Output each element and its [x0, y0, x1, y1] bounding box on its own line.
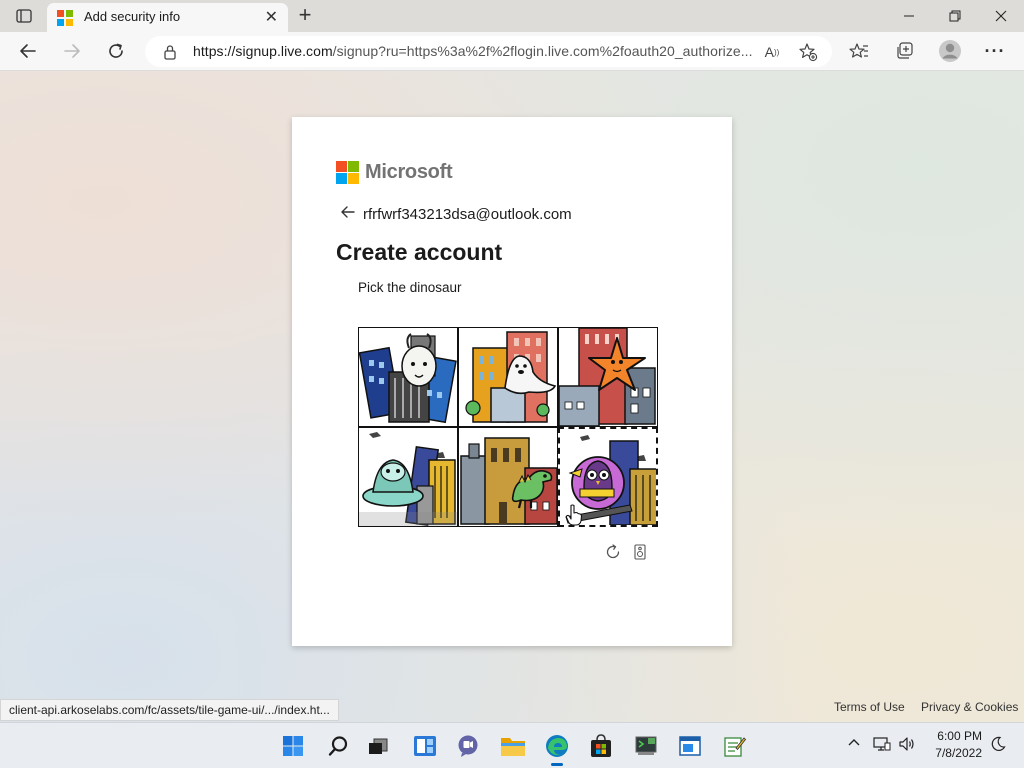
tab-actions-icon[interactable] — [14, 7, 34, 25]
clock-date: 7/8/2022 — [935, 746, 982, 760]
page-background: Microsoft rfrfwrf343213dsa@outlook.com C… — [0, 71, 1024, 722]
show-hidden-icons-chevron-icon[interactable] — [847, 736, 861, 755]
lock-icon[interactable] — [163, 44, 177, 65]
goat-tile[interactable] — [358, 327, 458, 427]
identity-email: rfrfwrf343213dsa@outlook.com — [363, 205, 572, 223]
taskbar: 6:00 PM 7/8/2022 — [0, 722, 1024, 768]
widgets-icon[interactable] — [409, 730, 441, 762]
task-view-icon[interactable] — [362, 730, 394, 762]
favorites-icon[interactable] — [844, 36, 874, 66]
collections-icon[interactable] — [889, 36, 919, 66]
notepad-app-icon[interactable] — [718, 730, 750, 762]
browser-tab[interactable]: Add security info ✕ — [47, 3, 288, 32]
microsoft-logo: Microsoft — [336, 161, 453, 184]
profile-avatar[interactable] — [935, 36, 965, 66]
identity-banner[interactable]: rfrfwrf343213dsa@outlook.com — [340, 205, 572, 223]
edge-browser-icon[interactable] — [541, 730, 573, 766]
audio-challenge-icon[interactable] — [634, 544, 646, 560]
status-bar-url: client-api.arkoselabs.com/fc/assets/tile… — [0, 699, 339, 721]
search-icon[interactable] — [322, 730, 354, 762]
close-window-button[interactable] — [978, 0, 1024, 32]
read-aloud-icon[interactable]: A)) — [761, 42, 783, 62]
window-app-icon[interactable] — [674, 730, 706, 762]
teams-chat-icon[interactable] — [452, 730, 484, 762]
challenge-prompt: Pick the dinosaur — [358, 280, 462, 295]
back-arrow-icon[interactable] — [340, 205, 356, 223]
volume-icon[interactable] — [898, 736, 916, 757]
dinosaur-tile[interactable] — [458, 427, 558, 527]
brand-name: Microsoft — [365, 161, 453, 183]
microsoft-favicon-icon — [57, 10, 73, 26]
start-icon[interactable] — [277, 730, 309, 762]
starfish-tile[interactable] — [558, 327, 658, 427]
minimize-button[interactable] — [886, 0, 932, 32]
system-clock[interactable]: 6:00 PM 7/8/2022 — [930, 728, 982, 762]
terminal-app-icon[interactable] — [630, 730, 662, 762]
alien-tile[interactable] — [358, 427, 458, 527]
store-icon[interactable] — [585, 730, 617, 762]
url-text[interactable]: https://signup.live.com/signup?ru=https%… — [193, 43, 753, 59]
clock-time: 6:00 PM — [937, 729, 982, 743]
refresh-button[interactable] — [101, 36, 131, 66]
network-icon[interactable] — [873, 736, 891, 757]
file-explorer-icon[interactable] — [497, 730, 529, 762]
settings-more-icon[interactable]: ··· — [980, 36, 1010, 66]
tab-title: Add security info — [84, 9, 181, 24]
hand-cursor-icon — [565, 504, 583, 531]
terms-of-use-link[interactable]: Terms of Use — [834, 700, 905, 714]
new-tab-button[interactable]: + — [294, 2, 316, 27]
microsoft-squares-icon — [336, 161, 359, 184]
signup-card: Microsoft rfrfwrf343213dsa@outlook.com C… — [292, 117, 732, 646]
back-button[interactable] — [13, 36, 43, 66]
seal-tile[interactable] — [458, 327, 558, 427]
focus-assist-moon-icon[interactable] — [990, 736, 1006, 757]
refresh-icon[interactable] — [604, 543, 622, 561]
restore-button[interactable] — [932, 0, 978, 32]
forward-button[interactable] — [57, 36, 87, 66]
tab-bar: Add security info ✕ + — [0, 0, 1024, 32]
address-toolbar: https://signup.live.com/signup?ru=https%… — [0, 32, 1024, 71]
add-favorite-icon[interactable] — [797, 42, 819, 62]
privacy-cookies-link[interactable]: Privacy & Cookies — [921, 700, 1018, 714]
address-bar[interactable]: https://signup.live.com/signup?ru=https%… — [145, 36, 832, 67]
page-title: Create account — [336, 239, 503, 265]
captcha-grid — [358, 327, 658, 527]
tab-close-button[interactable]: ✕ — [265, 7, 278, 27]
